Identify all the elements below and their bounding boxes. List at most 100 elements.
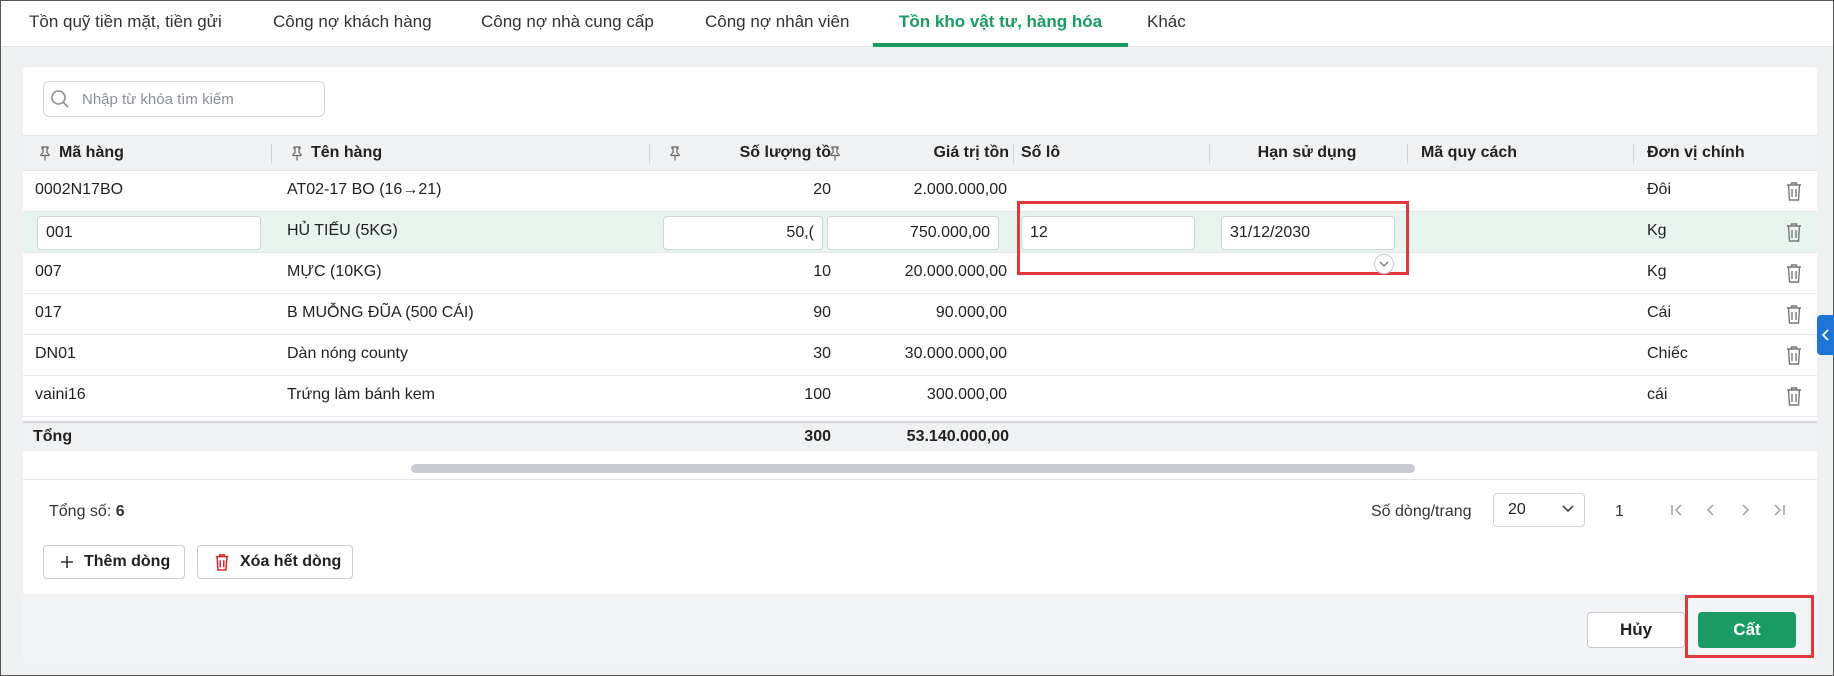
cell-unit[interactable]: cái bbox=[1647, 376, 1767, 416]
trash-icon[interactable] bbox=[1785, 222, 1803, 242]
pin-icon[interactable] bbox=[829, 146, 841, 161]
highlight-lot-expiry bbox=[1017, 201, 1409, 275]
next-page-icon[interactable] bbox=[1737, 502, 1753, 518]
cell-item-code[interactable]: 017 bbox=[35, 294, 255, 334]
horizontal-scrollbar[interactable] bbox=[411, 464, 1415, 473]
cell-value[interactable]: 20.000.000,00 bbox=[843, 253, 1007, 293]
pin-icon[interactable] bbox=[39, 146, 51, 161]
table-row-editing[interactable]: 001 HỦ TIẾU (5KG) 50,( 750.000,00 12 31/… bbox=[23, 212, 1817, 253]
cell-quantity[interactable]: 10 bbox=[663, 253, 831, 293]
column-divider[interactable] bbox=[1633, 144, 1634, 164]
cell-unit[interactable]: Cái bbox=[1647, 294, 1767, 334]
cell-item-code[interactable]: 0002N17BO bbox=[35, 171, 255, 211]
date-picker-toggle[interactable] bbox=[1374, 254, 1394, 274]
trash-icon[interactable] bbox=[1785, 263, 1803, 283]
cell-quantity[interactable]: 20 bbox=[663, 171, 831, 211]
cell-item-code[interactable]: DN01 bbox=[35, 335, 255, 375]
cell-quantity[interactable]: 90 bbox=[663, 294, 831, 334]
cell-value[interactable]: 30.000.000,00 bbox=[843, 335, 1007, 375]
total-count-label: Tổng số: bbox=[49, 503, 112, 520]
cell-item-name[interactable]: MỰC (10KG) bbox=[287, 253, 637, 293]
first-page-icon[interactable] bbox=[1669, 502, 1685, 518]
table-row[interactable]: 0002N17BO AT02-17 BO (16→21) 20 2.000.00… bbox=[23, 171, 1817, 212]
pin-icon[interactable] bbox=[669, 146, 681, 161]
rows-per-page-value: 20 bbox=[1508, 501, 1526, 518]
delete-all-rows-button[interactable]: Xóa hết dòng bbox=[197, 545, 353, 579]
quantity-field[interactable]: 50,( bbox=[663, 216, 823, 250]
tab-bar: Tồn quỹ tiền mặt, tiền gửi Công nợ khách… bbox=[1, 1, 1833, 47]
cell-unit[interactable]: Kg bbox=[1647, 253, 1767, 293]
table-row[interactable]: DN01 Dàn nóng county 30 30.000.000,00 Ch… bbox=[23, 335, 1817, 376]
search-input[interactable] bbox=[82, 87, 312, 111]
col-header-quantity[interactable]: Số lượng tồ bbox=[693, 136, 831, 170]
last-page-icon[interactable] bbox=[1771, 502, 1787, 518]
table-row[interactable]: 017 B MUỖNG ĐŨA (500 CÁI) 90 90.000,00 C… bbox=[23, 294, 1817, 335]
cell-item-code[interactable]: vaini16 bbox=[35, 376, 255, 416]
col-header-item-code[interactable]: Mã hàng bbox=[59, 136, 239, 170]
rows-per-page-select[interactable]: 20 bbox=[1493, 493, 1585, 527]
column-divider[interactable] bbox=[271, 144, 272, 164]
chevron-left-icon bbox=[1822, 329, 1829, 341]
plus-icon bbox=[61, 556, 73, 568]
highlight-save bbox=[1685, 595, 1814, 658]
cell-value[interactable]: 2.000.000,00 bbox=[843, 171, 1007, 211]
col-header-expiry-date[interactable]: Hạn sử dụng bbox=[1209, 136, 1405, 170]
cell-item-name[interactable]: HỦ TIẾU (5KG) bbox=[287, 212, 637, 252]
search-icon bbox=[51, 90, 69, 108]
value-field[interactable]: 750.000,00 bbox=[827, 216, 999, 250]
column-divider[interactable] bbox=[649, 144, 650, 164]
column-divider[interactable] bbox=[1013, 144, 1014, 164]
total-quantity: 300 bbox=[804, 428, 831, 445]
trash-icon[interactable] bbox=[1785, 181, 1803, 201]
trash-icon[interactable] bbox=[1785, 304, 1803, 324]
tab-supplier-debt[interactable]: Công nợ nhà cung cấp bbox=[455, 1, 680, 47]
cell-item-code[interactable]: 007 bbox=[35, 253, 255, 293]
trash-icon[interactable] bbox=[1785, 386, 1803, 406]
cell-item-name[interactable]: AT02-17 BO (16→21) bbox=[287, 171, 637, 211]
grid-header: Mã hàng Tên hàng Số lượng tồ Giá trị tồn… bbox=[23, 135, 1817, 171]
totals-row: Tổng 300 53.140.000,00 bbox=[23, 421, 1817, 451]
col-header-value[interactable]: Giá trị tồn bbox=[849, 136, 1009, 170]
total-value: 53.140.000,00 bbox=[906, 428, 1009, 445]
cell-item-name[interactable]: B MUỖNG ĐŨA (500 CÁI) bbox=[287, 294, 637, 334]
cell-quantity[interactable]: 100 bbox=[663, 376, 831, 416]
cell-item-name[interactable]: Trứng làm bánh kem bbox=[287, 376, 637, 416]
chevron-down-icon bbox=[1562, 505, 1574, 513]
cell-quantity[interactable]: 30 bbox=[663, 335, 831, 375]
side-panel-toggle[interactable] bbox=[1817, 315, 1834, 355]
tab-other[interactable]: Khác bbox=[1121, 1, 1212, 47]
divider bbox=[23, 479, 1817, 480]
search-box[interactable] bbox=[43, 81, 325, 117]
cell-value[interactable]: 300.000,00 bbox=[843, 376, 1007, 416]
inventory-panel: Mã hàng Tên hàng Số lượng tồ Giá trị tồn… bbox=[23, 67, 1817, 594]
add-row-button[interactable]: Thêm dòng bbox=[43, 545, 185, 579]
cell-unit[interactable]: Đôi bbox=[1647, 171, 1767, 211]
action-bar bbox=[23, 594, 1817, 664]
cell-item-name[interactable]: Dàn nóng county bbox=[287, 335, 637, 375]
item-code-field[interactable]: 001 bbox=[37, 216, 261, 250]
table-row[interactable]: 007 MỰC (10KG) 10 20.000.000,00 Kg bbox=[23, 253, 1817, 294]
cell-unit[interactable]: Chiếc bbox=[1647, 335, 1767, 375]
tab-customer-debt[interactable]: Công nợ khách hàng bbox=[247, 1, 458, 47]
cell-value[interactable]: 90.000,00 bbox=[843, 294, 1007, 334]
pin-icon[interactable] bbox=[291, 146, 303, 161]
table-row[interactable]: vaini16 Trứng làm bánh kem 100 300.000,0… bbox=[23, 376, 1817, 417]
tab-employee-debt[interactable]: Công nợ nhân viên bbox=[679, 1, 875, 47]
add-row-label: Thêm dòng bbox=[84, 553, 171, 570]
cell-unit[interactable]: Kg bbox=[1647, 212, 1767, 252]
tab-inventory[interactable]: Tồn kho vật tư, hàng hóa bbox=[873, 1, 1129, 47]
trash-icon bbox=[215, 554, 229, 571]
cancel-button[interactable]: Hủy bbox=[1587, 612, 1685, 648]
tab-cash-deposits[interactable]: Tồn quỹ tiền mặt, tiền gửi bbox=[3, 1, 248, 47]
col-header-spec-code[interactable]: Mã quy cách bbox=[1421, 136, 1601, 170]
col-header-lot-number[interactable]: Số lô bbox=[1021, 136, 1141, 170]
col-header-item-name[interactable]: Tên hàng bbox=[311, 136, 561, 170]
column-divider[interactable] bbox=[1407, 144, 1408, 164]
previous-page-icon[interactable] bbox=[1703, 502, 1719, 518]
totals-label: Tổng bbox=[33, 428, 73, 445]
delete-all-rows-label: Xóa hết dòng bbox=[240, 553, 342, 570]
trash-icon[interactable] bbox=[1785, 345, 1803, 365]
chevron-down-icon bbox=[1379, 261, 1389, 267]
current-page: 1 bbox=[1615, 503, 1624, 520]
col-header-unit[interactable]: Đơn vị chính bbox=[1647, 136, 1807, 170]
